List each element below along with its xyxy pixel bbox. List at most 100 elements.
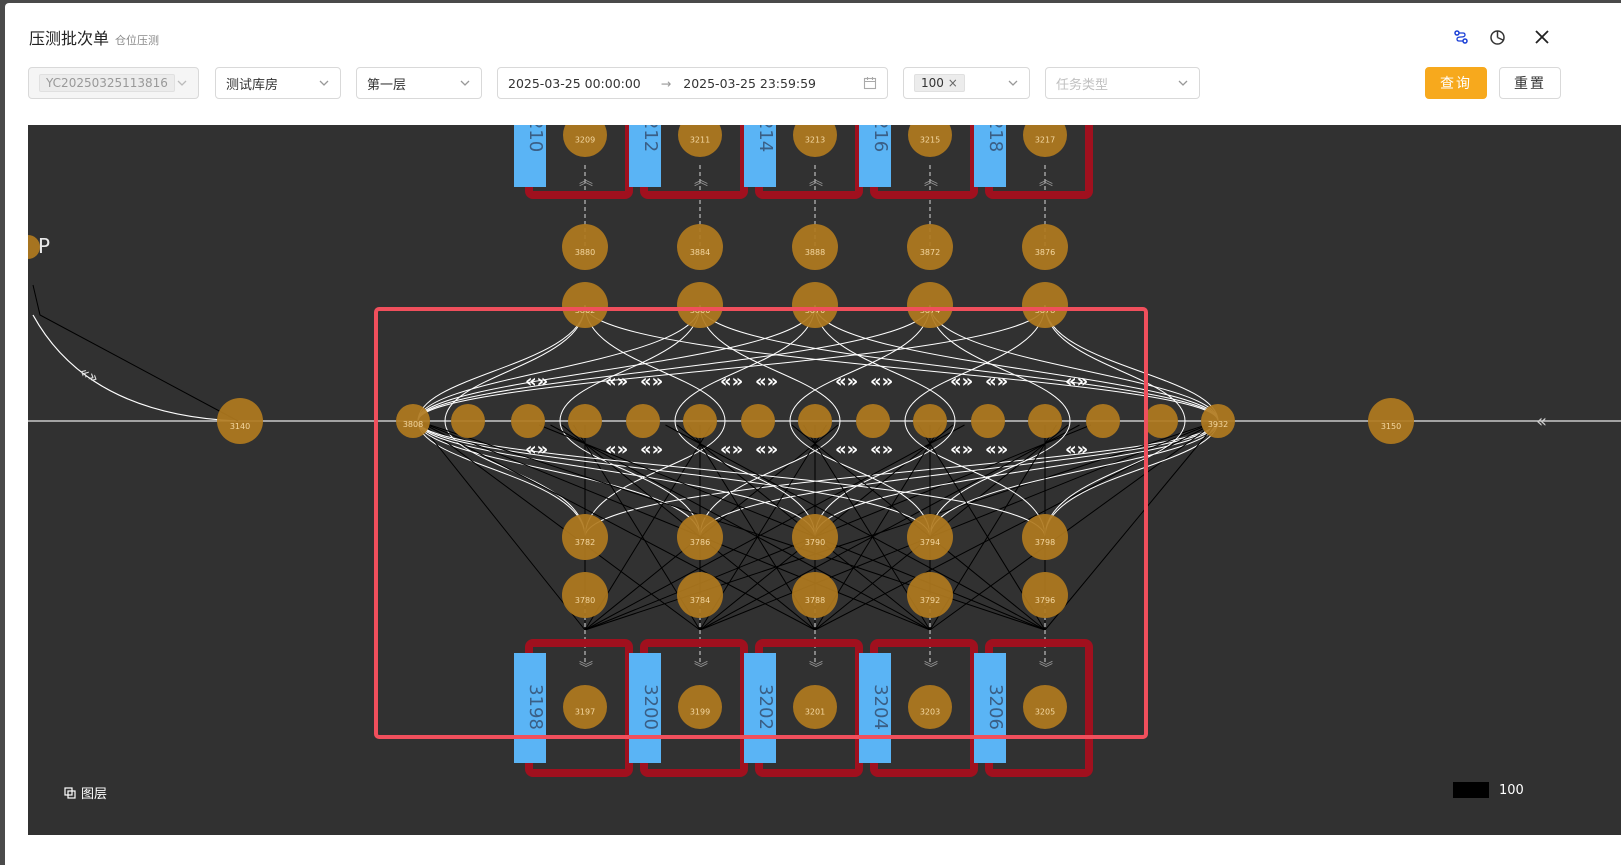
- batch-tag: YC20250325113816: [39, 74, 175, 92]
- upper-node-2: 3874: [907, 282, 953, 328]
- reset-button[interactable]: 重置: [1499, 67, 1561, 99]
- direction-arrows-icon: «»: [835, 439, 858, 460]
- node-circle: [907, 224, 953, 270]
- lower-node: 3798: [1022, 514, 1068, 560]
- modal-title: 压测批次单 仓位压测: [29, 25, 159, 49]
- node-label: 3876: [1035, 248, 1055, 257]
- main-line-node: [1028, 404, 1062, 438]
- chevron-up-icon: ︽: [1039, 173, 1053, 189]
- node-label: 3201: [805, 708, 825, 717]
- task-type-select[interactable]: 任务类型: [1045, 67, 1200, 99]
- date-start[interactable]: 2025-03-25 00:00:00: [508, 76, 641, 91]
- chevron-up-icon: ︽: [579, 173, 593, 189]
- node-label: 3215: [920, 136, 940, 145]
- calendar-icon: [863, 77, 877, 90]
- task-type-placeholder: 任务类型: [1056, 77, 1109, 93]
- route-icon[interactable]: [1451, 27, 1471, 47]
- storage-cell-bottom: 3197: [563, 685, 607, 729]
- node-label: 3211: [690, 136, 710, 145]
- node-circle: [792, 572, 838, 618]
- main-line-node: [798, 404, 832, 438]
- query-button[interactable]: 查询: [1425, 67, 1487, 99]
- layers-button[interactable]: 图层: [64, 783, 107, 802]
- curve-line: [584, 304, 1219, 422]
- lower-node-2: 3784: [677, 572, 723, 618]
- node-label: 3205: [1035, 708, 1055, 717]
- node-label: 3213: [805, 136, 825, 145]
- main-line-node: [511, 404, 545, 438]
- scale-indicator: 100: [1453, 782, 1524, 798]
- date-end[interactable]: 2025-03-25 23:59:59: [683, 76, 816, 91]
- direction-arrows-icon: «»: [870, 371, 893, 392]
- curve-line: [444, 420, 586, 538]
- scroll-left-arrow-icon[interactable]: «: [1536, 411, 1547, 432]
- main-line-node: 3808: [396, 404, 430, 438]
- direction-arrows-icon: «»: [985, 439, 1008, 460]
- node-circle: [907, 572, 953, 618]
- curve-line: [814, 304, 1219, 422]
- rail-label-bottom: 3204: [870, 684, 891, 730]
- node-label: 3140: [230, 422, 250, 431]
- upper-node: 3884: [677, 224, 723, 270]
- chevron-down-icon: ︾: [809, 661, 823, 677]
- node-circle: [1086, 404, 1120, 438]
- node-label: 3788: [805, 596, 825, 605]
- node-circle: [798, 404, 832, 438]
- node-label: 3798: [1035, 538, 1055, 547]
- node-circle: [568, 404, 602, 438]
- close-icon[interactable]: [1532, 27, 1552, 47]
- scale-bar: [1453, 782, 1489, 798]
- warehouse-map-canvas[interactable]: «» «» «» «» «» ︽ ︾ «» «» «» «» ︽ ︾ «» «» «» «» ︽ ︾ «» «» «» «»…: [28, 125, 1621, 835]
- floor-select[interactable]: 第一层: [356, 67, 482, 99]
- main-line-node: [626, 404, 660, 438]
- node-circle: [562, 514, 608, 560]
- chevron-up-icon: ︽: [809, 173, 823, 189]
- rail-label-bottom: 3200: [640, 684, 661, 730]
- warehouse-map[interactable]: «» «» «»«» «»︽︾«» «»«» «»︽︾«» «»«» «»︽︾«» «»«» «»…: [28, 125, 1621, 835]
- pie-chart-icon[interactable]: [1487, 27, 1507, 47]
- node-label: 3888: [805, 248, 825, 257]
- main-line-node: [971, 404, 1005, 438]
- node-circle: [913, 404, 947, 438]
- curve-line: [417, 304, 586, 422]
- node-circle: [907, 282, 953, 328]
- rail-label-bottom: 3198: [525, 684, 546, 730]
- direction-arrows-icon: «»: [870, 439, 893, 460]
- floor-value: 第一层: [367, 77, 407, 93]
- curve-line: [417, 304, 701, 422]
- node-circle: [1368, 398, 1414, 444]
- storage-cell-bottom: 3205: [1023, 685, 1067, 729]
- upper-node-2: 3870: [792, 282, 838, 328]
- count-select[interactable]: 100 ×: [903, 67, 1030, 99]
- chevron-down-icon: [177, 80, 187, 86]
- node-label: 3203: [920, 708, 940, 717]
- node-label: 3796: [1035, 596, 1055, 605]
- cross-line: [417, 420, 586, 631]
- node-circle: [562, 224, 608, 270]
- node-label: 3782: [575, 538, 595, 547]
- date-range-picker[interactable]: 2025-03-25 00:00:00 → 2025-03-25 23:59:5…: [497, 67, 888, 99]
- node-circle: [856, 404, 890, 438]
- node-label: 3790: [805, 538, 825, 547]
- direction-arrows-icon: «»: [755, 439, 778, 460]
- node-label: 3808: [403, 420, 423, 429]
- direction-arrows-icon: «»: [1065, 371, 1088, 392]
- batch-select[interactable]: YC20250325113816: [28, 67, 199, 99]
- chevron-down-icon: [460, 80, 470, 86]
- node-label: 3880: [575, 248, 595, 257]
- warehouse-select[interactable]: 测试库房: [215, 67, 341, 99]
- rail-label-top: 216: [870, 125, 891, 152]
- node-circle: [626, 404, 660, 438]
- chevron-down-icon: ︾: [1039, 661, 1053, 677]
- curve-line: [1044, 304, 1186, 422]
- tag-close-icon[interactable]: ×: [948, 76, 958, 90]
- upper-node: 3880: [562, 224, 608, 270]
- storage-cell-top: 3215: [908, 125, 952, 157]
- node-circle: [1022, 514, 1068, 560]
- main-line-node: [1144, 404, 1178, 438]
- rail-label-top: 214: [755, 125, 776, 152]
- lower-node: 3790: [792, 514, 838, 560]
- scale-value: 100: [1499, 782, 1524, 798]
- direction-arrows-icon: «»: [525, 439, 548, 460]
- node-circle: [677, 282, 723, 328]
